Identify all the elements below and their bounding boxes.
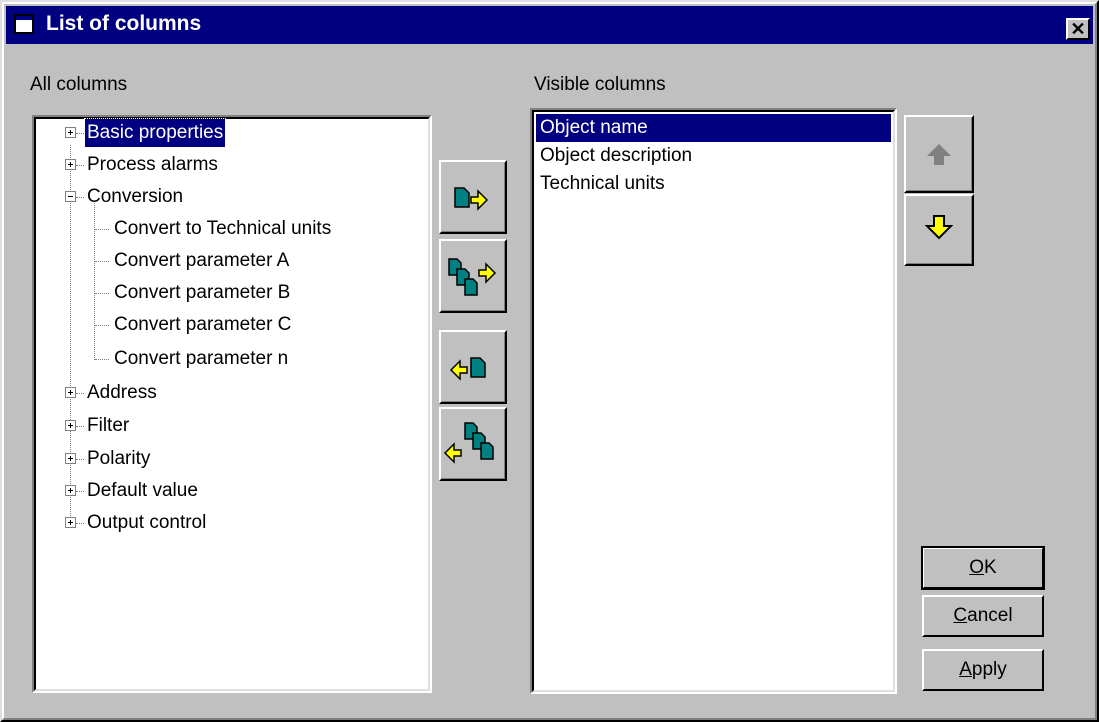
expand-icon[interactable] (65, 159, 76, 170)
tree-item-label: Process alarms (87, 154, 218, 175)
list-of-columns-dialog: List of columns ✕ All columns Visible co… (0, 0, 1099, 722)
visible-columns-label: Visible columns (534, 74, 666, 95)
expand-icon[interactable] (65, 387, 76, 398)
remove-all-columns-button[interactable] (439, 407, 507, 481)
cancel-button[interactable]: Cancel (922, 595, 1044, 637)
close-button[interactable]: ✕ (1066, 18, 1090, 40)
list-item[interactable]: Technical units (536, 170, 891, 198)
tree-item-label: Default value (87, 480, 198, 501)
ok-button[interactable]: OK (921, 546, 1045, 590)
add-all-columns-icon (448, 258, 497, 296)
title-bar[interactable]: List of columns ✕ (6, 6, 1093, 44)
list-item[interactable]: Object name (536, 114, 891, 142)
tree-item-label: Convert parameter B (114, 282, 291, 303)
remove-column-icon (449, 357, 486, 381)
tree-item-label: Convert parameter A (114, 250, 290, 271)
apply-button[interactable]: Apply (922, 649, 1044, 691)
close-icon: ✕ (1070, 19, 1086, 39)
window-icon (14, 14, 34, 34)
all-columns-label: All columns (30, 74, 128, 95)
tree-item-label: Basic properties (83, 118, 227, 148)
collapse-icon[interactable] (65, 191, 76, 202)
tree-item-label: Output control (87, 512, 207, 533)
tree-item-label: Convert parameter n (114, 348, 289, 369)
add-column-button[interactable] (439, 160, 507, 234)
expand-icon[interactable] (65, 420, 76, 431)
tree-item-label: Convert parameter C (114, 314, 292, 335)
expand-icon[interactable] (65, 485, 76, 496)
tree-item-label: Filter (87, 415, 130, 436)
tree-item-label: Conversion (87, 186, 184, 207)
window-title: List of columns (46, 12, 202, 35)
visible-columns-list[interactable]: Object name Object description Technical… (530, 108, 897, 694)
move-up-button[interactable] (904, 115, 974, 193)
add-column-icon (454, 187, 489, 211)
expand-icon[interactable] (65, 453, 76, 464)
add-all-columns-button[interactable] (439, 239, 507, 313)
remove-all-columns-icon (443, 422, 494, 464)
move-down-arrow-icon (924, 215, 954, 240)
expand-icon[interactable] (65, 517, 76, 528)
list-item[interactable]: Object description (536, 142, 891, 170)
remove-column-button[interactable] (439, 330, 507, 404)
all-columns-tree[interactable]: Basic properties Process alarms Conversi… (32, 115, 432, 693)
tree-item-label: Address (87, 382, 157, 403)
tree-item-label: Convert to Technical units (114, 218, 332, 239)
tree-item-label: Polarity (87, 448, 151, 469)
move-down-button[interactable] (904, 194, 974, 266)
move-up-arrow-icon (927, 144, 951, 165)
expand-icon[interactable] (65, 127, 76, 138)
